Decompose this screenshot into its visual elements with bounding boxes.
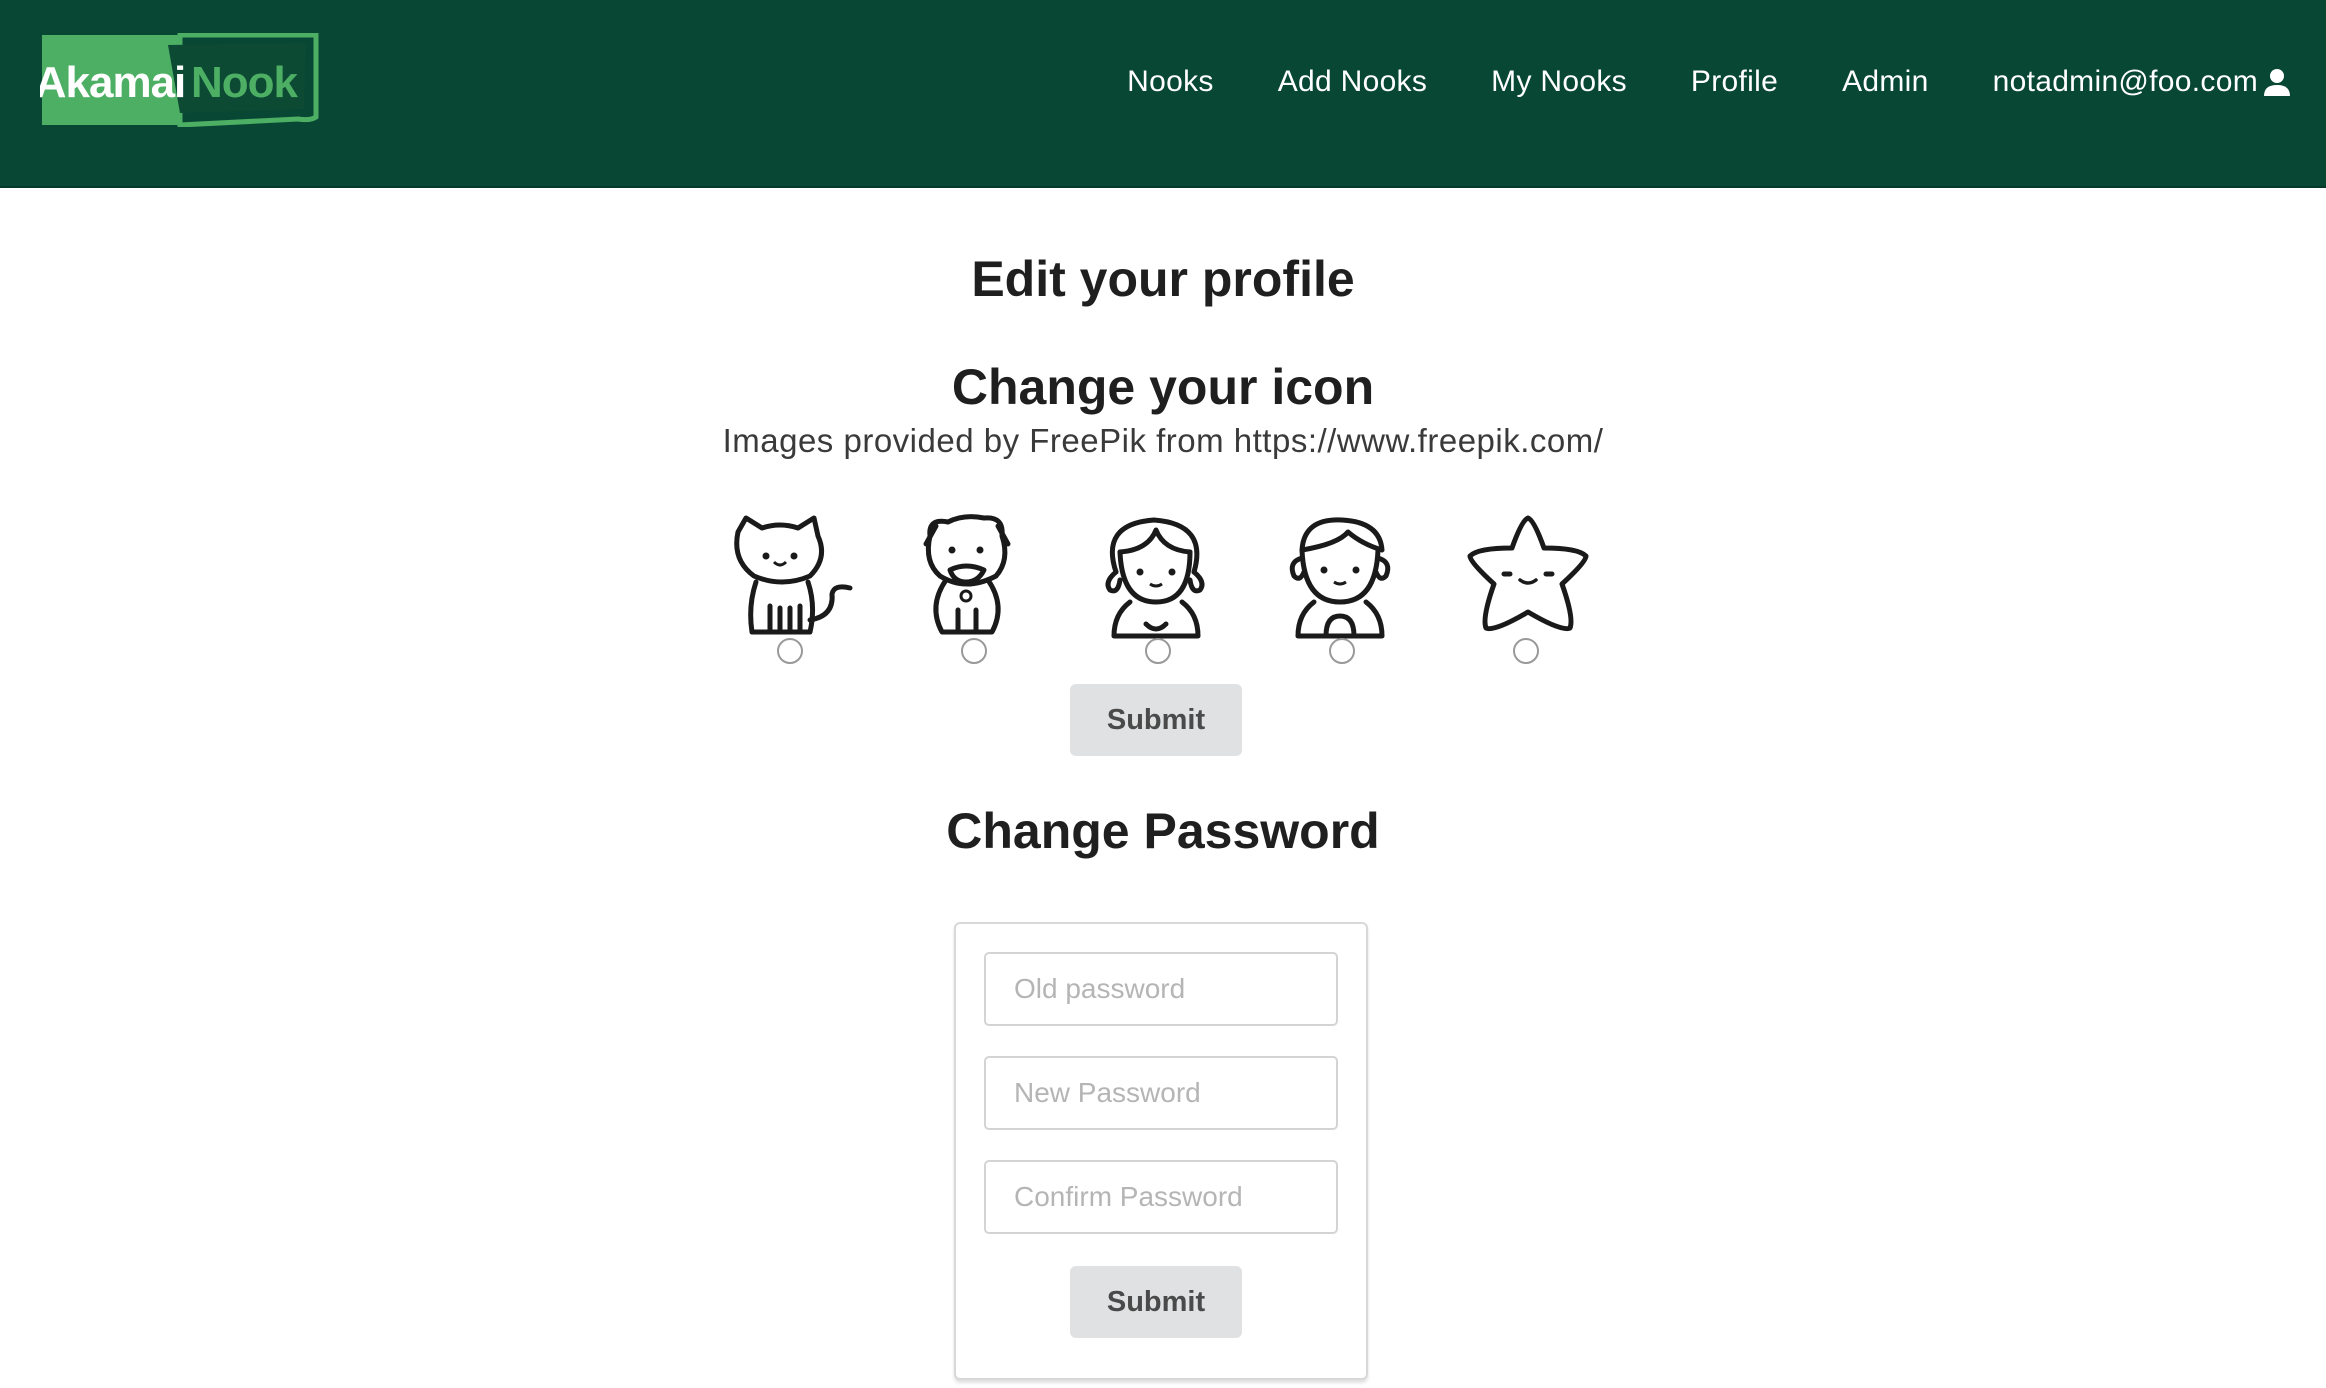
nav-item-add-nooks[interactable]: Add Nooks	[1278, 65, 1427, 99]
icon-radio-boy[interactable]	[1329, 638, 1355, 664]
icon-radio-dog[interactable]	[961, 638, 987, 664]
logo-text-right: Nook	[191, 58, 299, 107]
icon-option-cat[interactable]	[722, 510, 862, 670]
new-password-input[interactable]	[984, 1056, 1338, 1130]
cat-icon	[734, 515, 853, 635]
icon-option-dog[interactable]	[906, 510, 1046, 670]
boy-icon	[1289, 517, 1391, 639]
nav-item-nooks[interactable]: Nooks	[1127, 65, 1214, 99]
image-credit: Images provided by FreePik from https://…	[722, 422, 1604, 459]
star-icon	[1467, 515, 1589, 632]
user-icon	[2262, 67, 2292, 97]
nav-item-profile[interactable]: Profile	[1691, 65, 1778, 99]
page-title: Edit your profile	[971, 251, 1355, 307]
user-email: notadmin@foo.com	[1992, 65, 2258, 98]
icon-radio-star[interactable]	[1513, 638, 1539, 664]
nav-user-menu[interactable]: notadmin@foo.com	[1993, 65, 2292, 99]
change-password-heading: Change Password	[946, 803, 1380, 859]
icon-option-star[interactable]	[1458, 510, 1598, 670]
top-navbar: Akamai Nook Nooks Add Nooks My Nooks Pro…	[0, 0, 2326, 188]
confirm-password-input[interactable]	[984, 1160, 1338, 1234]
password-form: Submit	[954, 922, 1368, 1380]
akamai-nook-logo[interactable]: Akamai Nook	[40, 33, 320, 127]
icon-chooser	[0, 510, 2326, 670]
submit-password-button[interactable]: Submit	[1070, 1266, 1242, 1338]
icon-option-boy[interactable]	[1274, 510, 1414, 670]
nav-menu: Nooks Add Nooks My Nooks Profile Admin n…	[1063, 0, 2292, 164]
icon-option-girl[interactable]	[1090, 510, 1230, 670]
girl-icon	[1105, 517, 1205, 639]
icon-radio-cat[interactable]	[777, 638, 803, 664]
dog-icon	[923, 514, 1011, 635]
nav-item-admin[interactable]: Admin	[1842, 65, 1929, 99]
nav-item-my-nooks[interactable]: My Nooks	[1491, 65, 1627, 99]
icon-radio-girl[interactable]	[1145, 638, 1171, 664]
change-icon-heading: Change your icon	[951, 359, 1375, 415]
submit-icon-button[interactable]: Submit	[1070, 684, 1242, 756]
logo-text-left: Akamai	[40, 58, 185, 107]
old-password-input[interactable]	[984, 952, 1338, 1026]
